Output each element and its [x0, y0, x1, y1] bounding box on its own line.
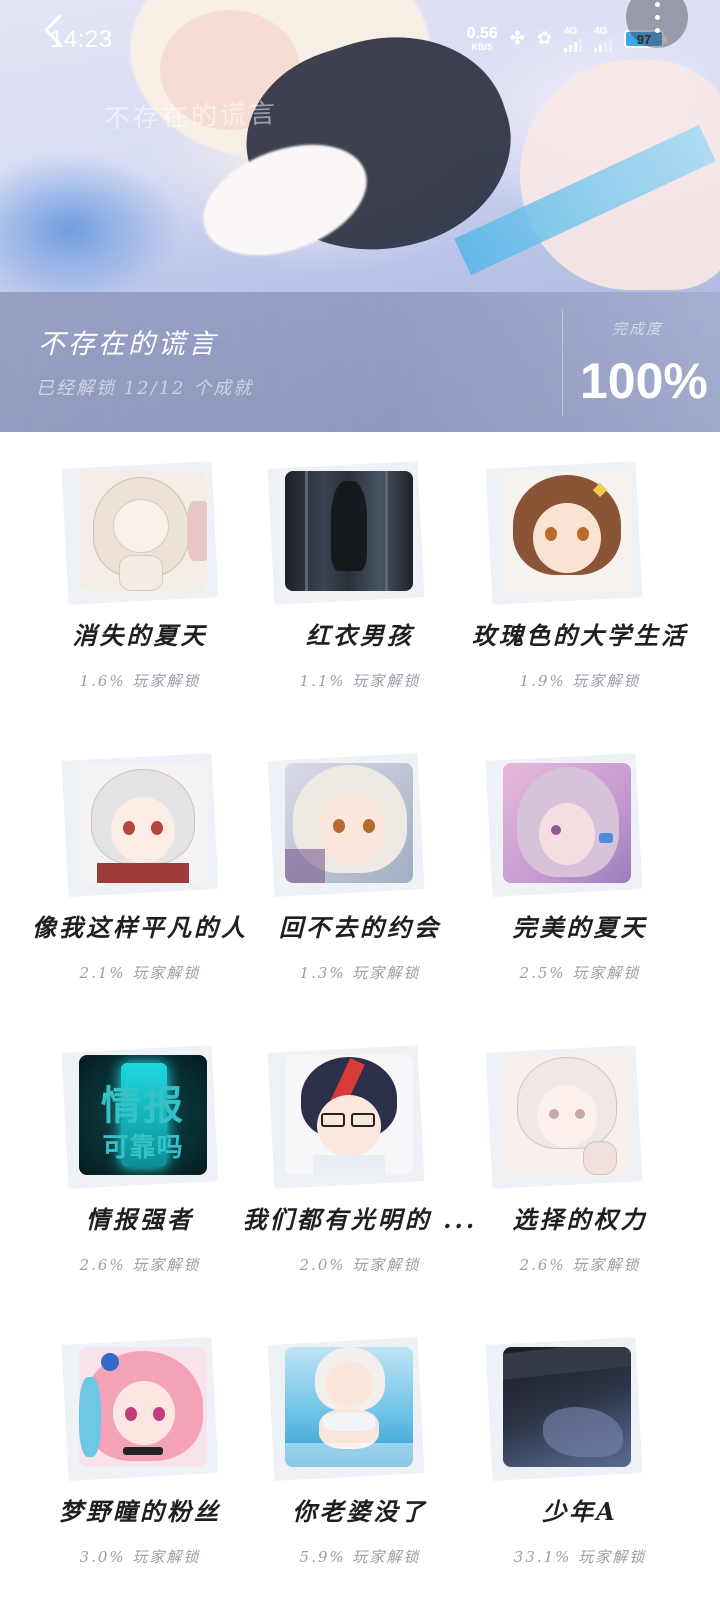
achievement-card[interactable]: 选择的权力 2.6% 玩家解锁: [460, 1016, 700, 1306]
achievement-thumbnail: [79, 763, 207, 883]
achievement-card[interactable]: 梦野瞳的粉丝 3.0% 玩家解锁: [20, 1308, 260, 1598]
achievement-unlock-rate: 1.3% 玩家解锁: [299, 964, 421, 982]
network-speed: 0.56 KB/S: [467, 26, 498, 52]
network-speed-unit: KB/S: [471, 42, 493, 52]
achievement-unlock-rate: 2.6% 玩家解锁: [519, 1256, 641, 1274]
signal-1-label: 4G: [564, 25, 578, 37]
back-button[interactable]: [36, 12, 72, 48]
completion-label: 完成度: [612, 320, 664, 338]
achievement-thumbnail: [503, 1055, 631, 1175]
achievement-unlock-rate: 3.0% 玩家解锁: [79, 1548, 201, 1566]
achievement-unlock-rate: 2.5% 玩家解锁: [519, 964, 641, 982]
achievement-card[interactable]: 回不去的约会 1.3% 玩家解锁: [240, 724, 480, 1014]
achievement-unlock-rate: 2.0% 玩家解锁: [299, 1256, 421, 1274]
achievement-thumbnail: [285, 763, 413, 883]
band-divider: [562, 310, 563, 416]
album-title: 不存在的谎言: [38, 329, 218, 360]
flower-notification-icon: ✿: [536, 28, 552, 49]
back-arrow-icon: [44, 14, 62, 46]
achievement-thumbnail: [503, 1347, 631, 1467]
signal-bars-icon: [564, 38, 582, 52]
signal-strength-1: 4G: [564, 25, 582, 52]
achievement-card[interactable]: 消失的夏天 1.6% 玩家解锁: [20, 432, 260, 722]
achievement-unlock-rate: 1.1% 玩家解锁: [299, 672, 421, 690]
achievement-unlock-rate: 33.1% 玩家解锁: [513, 1548, 647, 1566]
achievement-title: 选择的权力: [512, 1205, 648, 1234]
achievement-title: 情报强者: [86, 1205, 194, 1234]
unlock-summary: 已经解锁 12/12 个成就: [36, 378, 254, 399]
leaf-notification-icon: ✤: [509, 28, 525, 49]
signal-strength-2: 4G: [594, 25, 612, 52]
thumbnail-text: 可靠吗: [102, 1133, 184, 1163]
signal-2-label: 4G: [594, 25, 608, 37]
status-bar: 14:23 0.56 KB/S ✤ ✿ 4G 4G 97: [0, 0, 720, 84]
achievement-title: 玫瑰色的大学生活: [472, 621, 688, 650]
achievement-thumbnail: 情报 可靠吗: [79, 1055, 207, 1175]
thumbnail-text: 情报: [101, 1083, 185, 1129]
achievement-title: 少年A: [542, 1497, 618, 1526]
achievement-card[interactable]: 玫瑰色的大学生活 1.9% 玩家解锁: [460, 432, 700, 722]
achievement-thumbnail: [285, 1347, 413, 1467]
achievement-unlock-rate: 5.9% 玩家解锁: [299, 1548, 421, 1566]
achievement-thumbnail: [285, 471, 413, 591]
achievement-card[interactable]: 你老婆没了 5.9% 玩家解锁: [240, 1308, 480, 1598]
achievement-thumbnail: [79, 1347, 207, 1467]
achievement-card[interactable]: 完美的夏天 2.5% 玩家解锁: [460, 724, 700, 1014]
achievement-title: 消失的夏天: [72, 621, 208, 650]
more-vertical-icon: [654, 1, 660, 7]
completion-value: 100%: [580, 353, 708, 409]
achievement-thumbnail: [79, 471, 207, 591]
achievement-thumbnail: [503, 763, 631, 883]
achievement-title: 红衣男孩: [306, 621, 414, 650]
signal-bars-icon: [594, 38, 612, 52]
achievement-title: 回不去的约会: [279, 913, 441, 942]
achievement-card[interactable]: 红衣男孩 1.1% 玩家解锁: [240, 432, 480, 722]
achievement-card[interactable]: 我们都有光明的 ... 2.0% 玩家解锁: [240, 1016, 480, 1306]
achievement-title: 你老婆没了: [292, 1497, 428, 1526]
achievement-card[interactable]: 情报 可靠吗 情报强者 2.6% 玩家解锁: [20, 1016, 260, 1306]
achievement-card[interactable]: 少年A 33.1% 玩家解锁: [460, 1308, 700, 1598]
achievement-thumbnail: [285, 1055, 413, 1175]
achievement-card[interactable]: 像我这样平凡的人 2.1% 玩家解锁: [20, 724, 260, 1014]
achievement-thumbnail: [503, 471, 631, 591]
achievement-unlock-rate: 1.9% 玩家解锁: [519, 672, 641, 690]
network-speed-value: 0.56: [466, 25, 498, 42]
achievement-title: 我们都有光明的 ...: [242, 1205, 478, 1234]
achievement-title: 梦野瞳的粉丝: [59, 1497, 221, 1526]
achievement-title: 完美的夏天: [512, 913, 648, 942]
achievement-title: 像我这样平凡的人: [32, 913, 248, 942]
achievement-unlock-rate: 1.6% 玩家解锁: [79, 672, 201, 690]
achievement-unlock-rate: 2.1% 玩家解锁: [79, 964, 201, 982]
hero-watermark: 不存在的谎言: [103, 98, 279, 136]
achievement-unlock-rate: 2.6% 玩家解锁: [79, 1256, 201, 1274]
